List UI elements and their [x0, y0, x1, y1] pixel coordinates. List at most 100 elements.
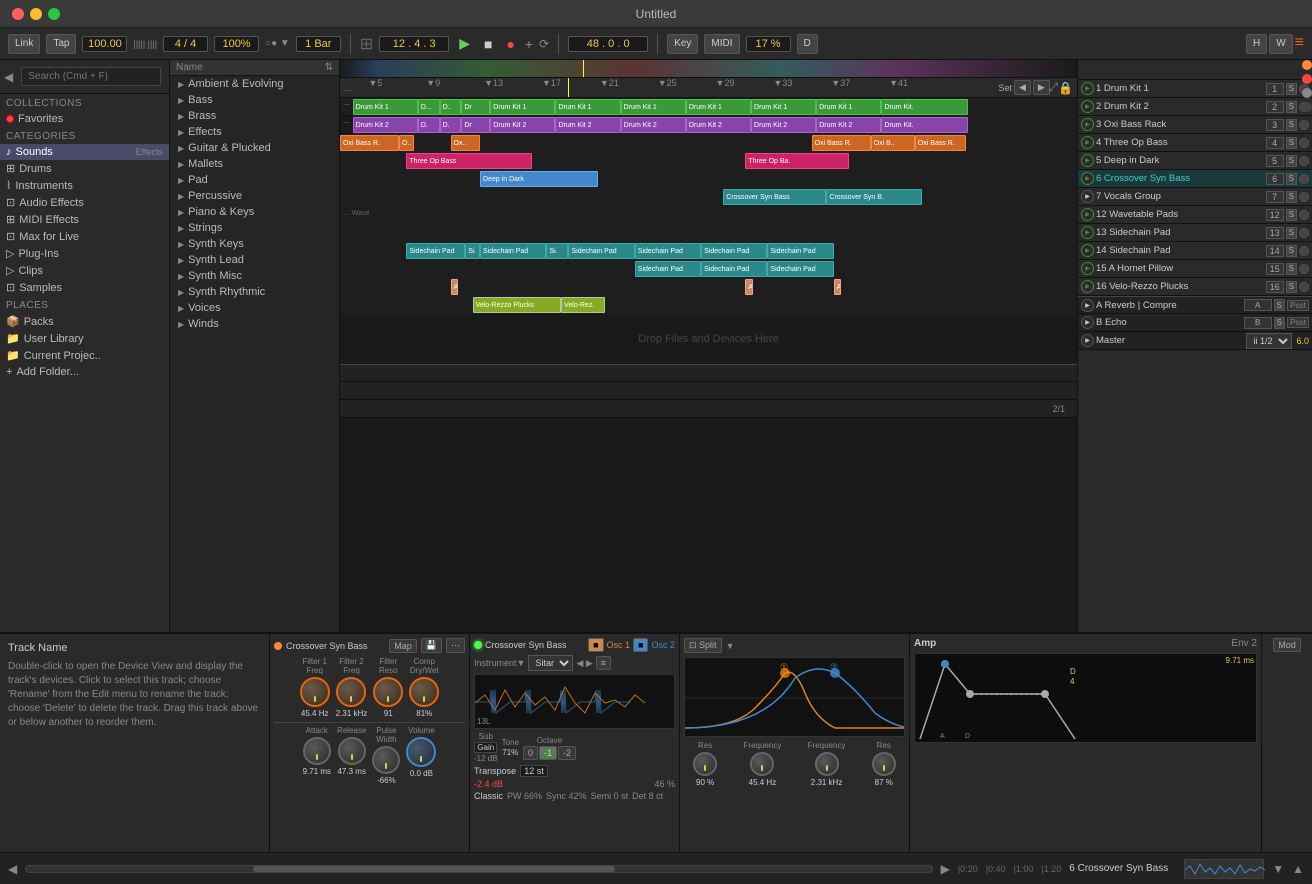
- sidebar-item-current-project[interactable]: 📁 Current Projec..: [0, 347, 169, 364]
- sidebar-item-favorites[interactable]: Favorites: [0, 111, 169, 127]
- maximize-button[interactable]: [48, 8, 60, 20]
- browser-item-mallets[interactable]: ▶ Mallets: [170, 156, 339, 172]
- browser-item-effects[interactable]: ▶ Effects: [170, 124, 339, 140]
- scroll-marker-gray[interactable]: [1302, 88, 1312, 98]
- clip-side13-d[interactable]: Si.: [546, 243, 568, 259]
- rh-s-2[interactable]: S: [1286, 101, 1297, 113]
- midi-button[interactable]: MIDI: [704, 34, 739, 54]
- comp-drywet-knob[interactable]: [409, 677, 439, 707]
- clip-drum1-e[interactable]: Drum Kit 1: [490, 99, 555, 115]
- attack-knob[interactable]: [303, 737, 331, 765]
- oct-neg1[interactable]: -1: [539, 746, 557, 760]
- add-clip-icon[interactable]: ⊞: [360, 34, 373, 54]
- rh-play-14[interactable]: ▶: [1081, 244, 1094, 257]
- browser-item-synth-rhythmic[interactable]: ▶ Synth Rhythmic: [170, 284, 339, 300]
- play-button[interactable]: ▶: [455, 35, 474, 52]
- rh-play-7[interactable]: ▶: [1081, 190, 1094, 203]
- scroll-marker-orange[interactable]: [1302, 60, 1312, 70]
- device-1-power-led[interactable]: [274, 642, 282, 650]
- list-view-btn[interactable]: ≡: [596, 656, 611, 670]
- clip-side14-b[interactable]: Sidechain Pad: [701, 261, 767, 277]
- lock-icon[interactable]: 🔒: [1058, 81, 1073, 95]
- browser-item-percussive[interactable]: ▶ Percussive: [170, 188, 339, 204]
- rh-play-15[interactable]: ▶: [1081, 262, 1094, 275]
- scroll-up-btn[interactable]: ▲: [1292, 862, 1304, 876]
- osc1-btn[interactable]: ■: [588, 638, 603, 652]
- browser-item-ambient[interactable]: ▶ Ambient & Evolving: [170, 76, 339, 92]
- h-scrollbar[interactable]: [25, 865, 932, 873]
- scroll-marker-dark[interactable]: [1302, 102, 1312, 112]
- position-display[interactable]: 12 . 4 . 3: [379, 36, 449, 52]
- browser-item-synth-lead[interactable]: ▶ Synth Lead: [170, 252, 339, 268]
- clip-side13-b[interactable]: Si: [465, 243, 480, 259]
- rh-play-master[interactable]: ▶: [1081, 334, 1094, 347]
- browser-sort-icon[interactable]: ⇅: [325, 62, 333, 73]
- zoom-level[interactable]: 100%: [214, 36, 259, 52]
- rh-play-3[interactable]: ▶: [1081, 118, 1094, 131]
- mod-button[interactable]: Mod: [1273, 638, 1301, 652]
- rh-s-send-b[interactable]: S: [1274, 317, 1285, 329]
- device-1-save[interactable]: 💾: [421, 638, 442, 653]
- expand-icon[interactable]: ⤢: [1048, 80, 1058, 95]
- nav-back[interactable]: ◀: [4, 70, 13, 84]
- clip-drum2-h[interactable]: Drum Kit 2: [686, 117, 751, 133]
- rh-s-7[interactable]: S: [1286, 191, 1297, 203]
- clip-drum2-j[interactable]: Drum Kit 2: [816, 117, 881, 133]
- minimize-button[interactable]: [30, 8, 42, 20]
- browser-item-bass[interactable]: ▶ Bass: [170, 92, 339, 108]
- tap-button[interactable]: Tap: [46, 34, 76, 54]
- scroll-down-btn[interactable]: ▼: [1272, 862, 1284, 876]
- key-button[interactable]: Key: [667, 34, 698, 54]
- loop-icon[interactable]: ⟳: [539, 37, 549, 51]
- browser-item-synth-keys[interactable]: ▶ Synth Keys: [170, 236, 339, 252]
- rh-mute-4[interactable]: [1299, 138, 1309, 148]
- device-2-power[interactable]: [474, 641, 482, 649]
- osc2-btn[interactable]: ■: [633, 638, 648, 652]
- sidebar-item-max[interactable]: ⊡ Max for Live: [0, 228, 169, 245]
- rh-s-16[interactable]: S: [1286, 281, 1297, 293]
- set-prev[interactable]: ◀: [1014, 80, 1031, 95]
- sidebar-item-drums[interactable]: ⊞ Drums: [0, 160, 169, 177]
- clip-oxi-c[interactable]: Ox..: [451, 135, 480, 151]
- device-1-menu[interactable]: ⋯: [446, 638, 465, 653]
- clip-drum1-c[interactable]: D..: [440, 99, 462, 115]
- clip-velo-a[interactable]: Velo-Rezzo Plucks: [473, 297, 561, 313]
- rh-s-send-a[interactable]: S: [1274, 299, 1285, 311]
- overview-bar[interactable]: [340, 60, 1077, 78]
- browser-item-brass[interactable]: ▶ Brass: [170, 108, 339, 124]
- scroll-right-btn[interactable]: ▶: [941, 862, 950, 876]
- scroll-left-btn[interactable]: ◀: [8, 862, 17, 876]
- browser-item-synth-misc[interactable]: ▶ Synth Misc: [170, 268, 339, 284]
- clip-drum1-f[interactable]: Drum Kit 1: [555, 99, 620, 115]
- browser-item-winds[interactable]: ▶ Winds: [170, 316, 339, 332]
- rh-mute-7[interactable]: [1299, 192, 1309, 202]
- rh-s-14[interactable]: S: [1286, 245, 1297, 257]
- clip-drum1-b[interactable]: D...: [418, 99, 440, 115]
- rh-s-15[interactable]: S: [1286, 263, 1297, 275]
- clip-drum2-a[interactable]: Drum Kit 2: [353, 117, 418, 133]
- rh-s-4[interactable]: S: [1286, 137, 1297, 149]
- clip-side13-a[interactable]: Sidechain Pad: [406, 243, 465, 259]
- link-button[interactable]: Link: [8, 34, 40, 54]
- rh-s-12[interactable]: S: [1286, 209, 1297, 221]
- record-button[interactable]: ●: [502, 36, 518, 52]
- sidebar-item-audio-effects[interactable]: ⊡ Audio Effects: [0, 194, 169, 211]
- sidebar-item-samples[interactable]: ⊡ Samples: [0, 279, 169, 296]
- clip-crossover-a[interactable]: Crossover Syn Bass: [723, 189, 826, 205]
- browser-item-guitar[interactable]: ▶ Guitar & Plucked: [170, 140, 339, 156]
- rh-play-send-b[interactable]: ▶: [1081, 316, 1094, 329]
- browser-item-piano[interactable]: ▶ Piano & Keys: [170, 204, 339, 220]
- clip-drum2-f[interactable]: Drum Kit 2: [555, 117, 620, 133]
- release-knob[interactable]: [338, 737, 366, 765]
- clip-side14-a[interactable]: Sidechain Pad: [635, 261, 701, 277]
- clip-drum1-k[interactable]: Drum Kit.: [881, 99, 968, 115]
- freq2-knob[interactable]: [815, 752, 839, 776]
- clip-side13-g[interactable]: Sidechain Pad: [701, 243, 767, 259]
- clip-drum1-g[interactable]: Drum Kit 1: [621, 99, 686, 115]
- clip-oxi-f[interactable]: Oxi Bass R.: [915, 135, 967, 151]
- clip-side14-c[interactable]: Sidechain Pad: [767, 261, 833, 277]
- rh-s-6[interactable]: S: [1286, 173, 1297, 185]
- clip-side13-e[interactable]: Sidechain Pad: [568, 243, 634, 259]
- clip-side13-f[interactable]: Sidechain Pad: [635, 243, 701, 259]
- rh-mute-6[interactable]: [1299, 174, 1309, 184]
